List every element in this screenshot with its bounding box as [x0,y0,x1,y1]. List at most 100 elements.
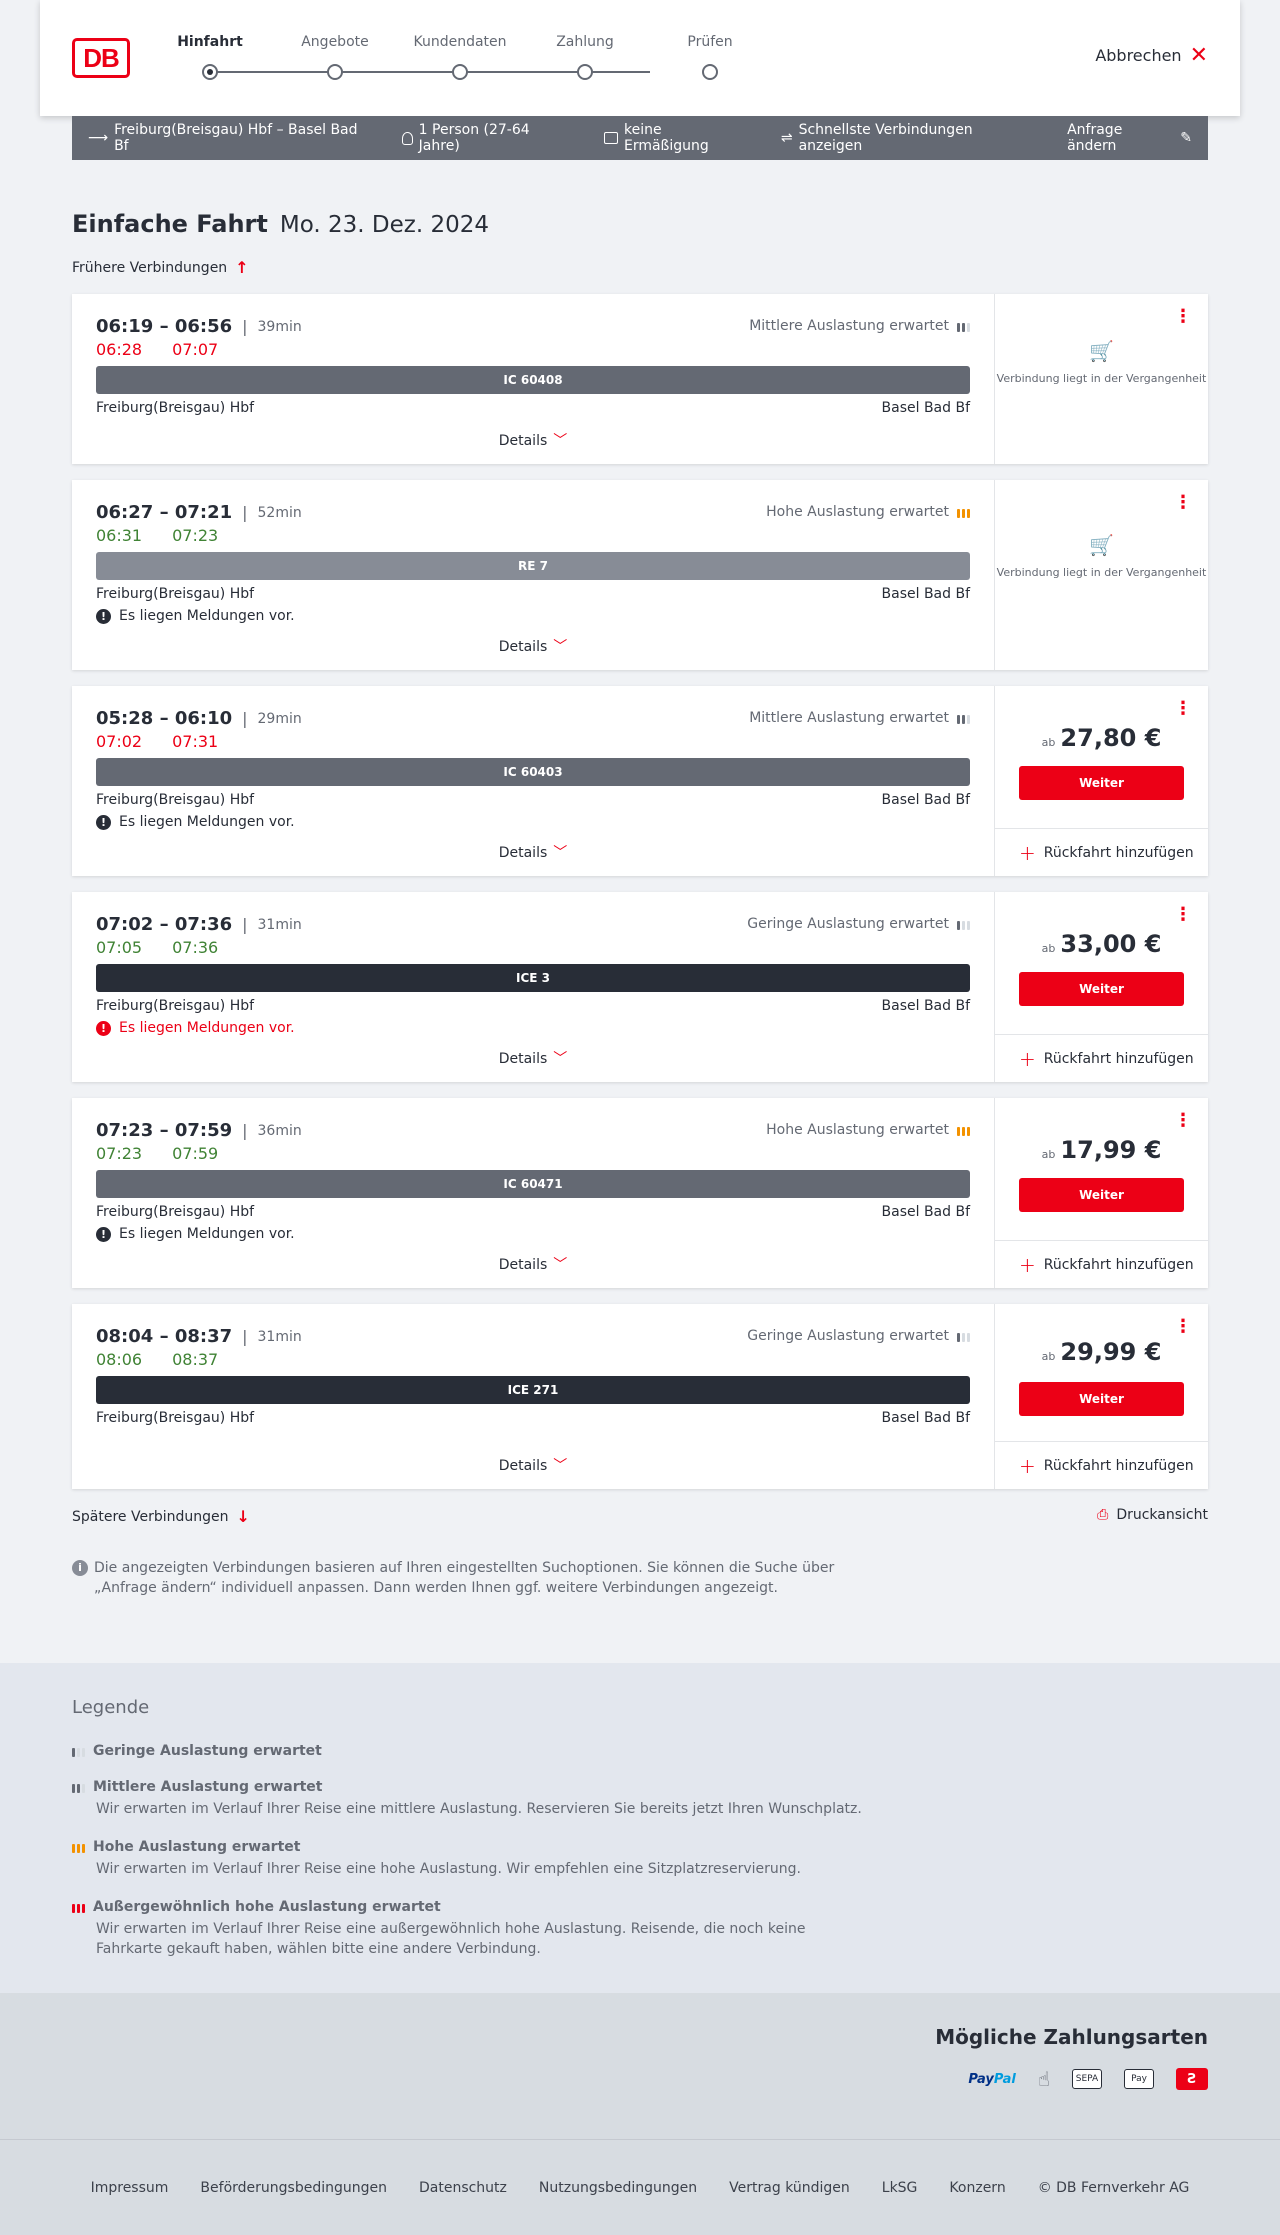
step-zahlung[interactable]: Zahlung [525,34,645,80]
train-name: RE 7 [518,559,548,573]
train-bar[interactable]: ICE 3 [96,964,970,992]
connection-card: 06:27 – 07:21 | 52min 06:31 07:23 Hohe Ausl… [72,480,1208,670]
edit-request-button[interactable]: Anfrage ändern ✎ [1067,122,1192,154]
more-options-icon[interactable]: ⋮ [1174,494,1192,512]
message-notice[interactable]: ! Es liegen Meldungen vor. [96,1020,295,1036]
load-indicator[interactable]: Mittlere Auslastung erwartet [749,710,970,726]
discount-summary[interactable]: keine Ermäßigung [604,122,747,154]
details-toggle[interactable]: Details ﹀ [72,636,994,656]
price: ab 27,80 € [995,724,1208,752]
paypal-text-b: Pal [993,2071,1016,2087]
fastest-toggle[interactable]: ⇌ Schnellste Verbindungen anzeigen [781,122,1033,154]
earlier-connections-link[interactable]: Frühere Verbindungen ↑ [72,258,249,277]
details-toggle[interactable]: Details ﹀ [72,1455,994,1475]
step-angebote[interactable]: Angebote [275,34,395,80]
route-summary[interactable]: ⟶ Freiburg(Breisgau) Hbf – Basel Bad Bf [88,122,368,154]
details-toggle[interactable]: Details ﹀ [72,1048,994,1068]
load-indicator[interactable]: Hohe Auslastung erwartet [766,1122,970,1138]
stations: Freiburg(Breisgau) Hbf Basel Bad Bf [96,400,970,416]
connection-offer: ⋮ ab 29,99 € Weiter + Rückfahrt hinzufüge… [994,1304,1208,1489]
cancel-button[interactable]: Abbrechen ✕ [1095,44,1208,66]
legend-item-text: Wir erwarten im Verlauf Ihrer Reise eine… [96,1801,862,1817]
price-value: 29,99 € [1060,1338,1162,1366]
chevron-down-icon: ﹀ [553,1458,568,1474]
load-indicator[interactable]: Mittlere Auslastung erwartet [749,318,970,334]
footer-link-befoerderungsbedingungen[interactable]: Beförderungsbedingungen [200,2180,387,2196]
chevron-down-icon: ﹀ [553,845,568,861]
legend-item-title: Mittlere Auslastung erwartet [93,1779,323,1795]
message-notice[interactable]: ! Es liegen Meldungen vor. [96,814,295,830]
details-toggle[interactable]: Details ﹀ [72,430,994,450]
add-return-trip-button[interactable]: + Rückfahrt hinzufügen [995,828,1208,876]
footer-link-konzern[interactable]: Konzern [949,2180,1005,2196]
print-view-link[interactable]: ⎙ Druckansicht [1097,1507,1208,1523]
footer-link-vertrag-kuendigen[interactable]: Vertrag kündigen [729,2180,850,2196]
continue-button[interactable]: Weiter [1019,1382,1184,1416]
stations: Freiburg(Breisgau) Hbf Basel Bad Bf [96,586,970,602]
add-return-trip-button[interactable]: + Rückfahrt hinzufügen [995,1240,1208,1288]
destination-station: Basel Bad Bf [881,400,970,416]
separator: | [242,317,248,336]
step-kundendaten[interactable]: Kundendaten [400,34,520,80]
details-toggle[interactable]: Details ﹀ [72,842,994,862]
separator: | [242,915,248,934]
more-options-icon[interactable]: ⋮ [1174,700,1192,718]
route-text: Freiburg(Breisgau) Hbf – Basel Bad Bf [114,122,358,154]
footer-link-nutzungsbedingungen[interactable]: Nutzungsbedingungen [539,2180,697,2196]
footer-link-lksg[interactable]: LkSG [882,2180,918,2196]
footer-link-impressum[interactable]: Impressum [91,2180,169,2196]
train-name: IC 60471 [503,1177,563,1191]
past-text: Verbindung liegt in der Vergangenheit [996,566,1207,579]
more-options-icon[interactable]: ⋮ [1174,308,1192,326]
planned-times: 05:28 – 06:10 [96,708,233,729]
step-hinfahrt[interactable]: Hinfahrt [150,34,270,80]
alert-icon: ! [96,814,111,830]
continue-button[interactable]: Weiter [1019,1178,1184,1212]
load-indicator[interactable]: Hohe Auslastung erwartet [766,504,970,520]
load-indicator[interactable]: Geringe Auslastung erwartet [747,916,970,932]
train-bar[interactable]: ICE 271 [96,1376,970,1404]
pencil-icon: ✎ [1180,130,1192,146]
footer-link-datenschutz[interactable]: Datenschutz [419,2180,507,2196]
trip-type: Einfache Fahrt [72,210,268,238]
destination-station: Basel Bad Bf [881,1204,970,1220]
price-prefix: ab [1041,736,1056,749]
connection-times: 06:19 – 06:56 | 39min [96,316,302,337]
payment-title: Mögliche Zahlungsarten [935,2025,1208,2049]
person-icon [401,131,413,145]
more-options-icon[interactable]: ⋮ [1174,1318,1192,1336]
chevron-down-icon: ﹀ [553,1257,568,1273]
return-label: Rückfahrt hinzufügen [1043,1457,1194,1474]
add-return-trip-button[interactable]: + Rückfahrt hinzufügen [995,1441,1208,1489]
apple-pay-icon: Pay [1124,2069,1154,2089]
load-text: Hohe Auslastung erwartet [766,1122,949,1138]
continue-button[interactable]: Weiter [1019,766,1184,800]
db-logo[interactable]: DB [72,38,130,78]
continue-button[interactable]: Weiter [1019,972,1184,1006]
load-indicator[interactable]: Geringe Auslastung erwartet [747,1328,970,1344]
train-bar[interactable]: IC 60408 [96,366,970,394]
duration: 31min [257,916,302,933]
details-toggle[interactable]: Details ﹀ [72,1254,994,1274]
message-notice[interactable]: ! Es liegen Meldungen vor. [96,608,295,624]
step-pruefen[interactable]: Prüfen [650,34,770,80]
price-value: 17,99 € [1060,1136,1162,1164]
load-extreme-icon [72,1901,85,1913]
duration: 39min [257,318,302,335]
more-options-icon[interactable]: ⋮ [1174,906,1192,924]
train-bar[interactable]: IC 60471 [96,1170,970,1198]
later-connections-link[interactable]: Spätere Verbindungen ↓ [72,1507,250,1526]
destination-station: Basel Bad Bf [881,1410,970,1426]
message-notice[interactable]: ! Es liegen Meldungen vor. [96,1226,295,1242]
add-return-trip-button[interactable]: + Rückfahrt hinzufügen [995,1034,1208,1082]
connection-times: 08:04 – 08:37 | 31min [96,1326,302,1347]
sepa-icon: SEPA [1072,2069,1102,2089]
details-label: Details [498,1257,548,1273]
discount-text: keine Ermäßigung [623,122,709,154]
persons-summary[interactable]: 1 Person (27-64 Jahre) [401,122,570,154]
train-bar[interactable]: IC 60403 [96,758,970,786]
train-name: ICE 271 [507,1383,559,1397]
plus-icon: + [1019,1046,1036,1071]
more-options-icon[interactable]: ⋮ [1174,1112,1192,1130]
train-bar[interactable]: RE 7 [96,552,970,580]
